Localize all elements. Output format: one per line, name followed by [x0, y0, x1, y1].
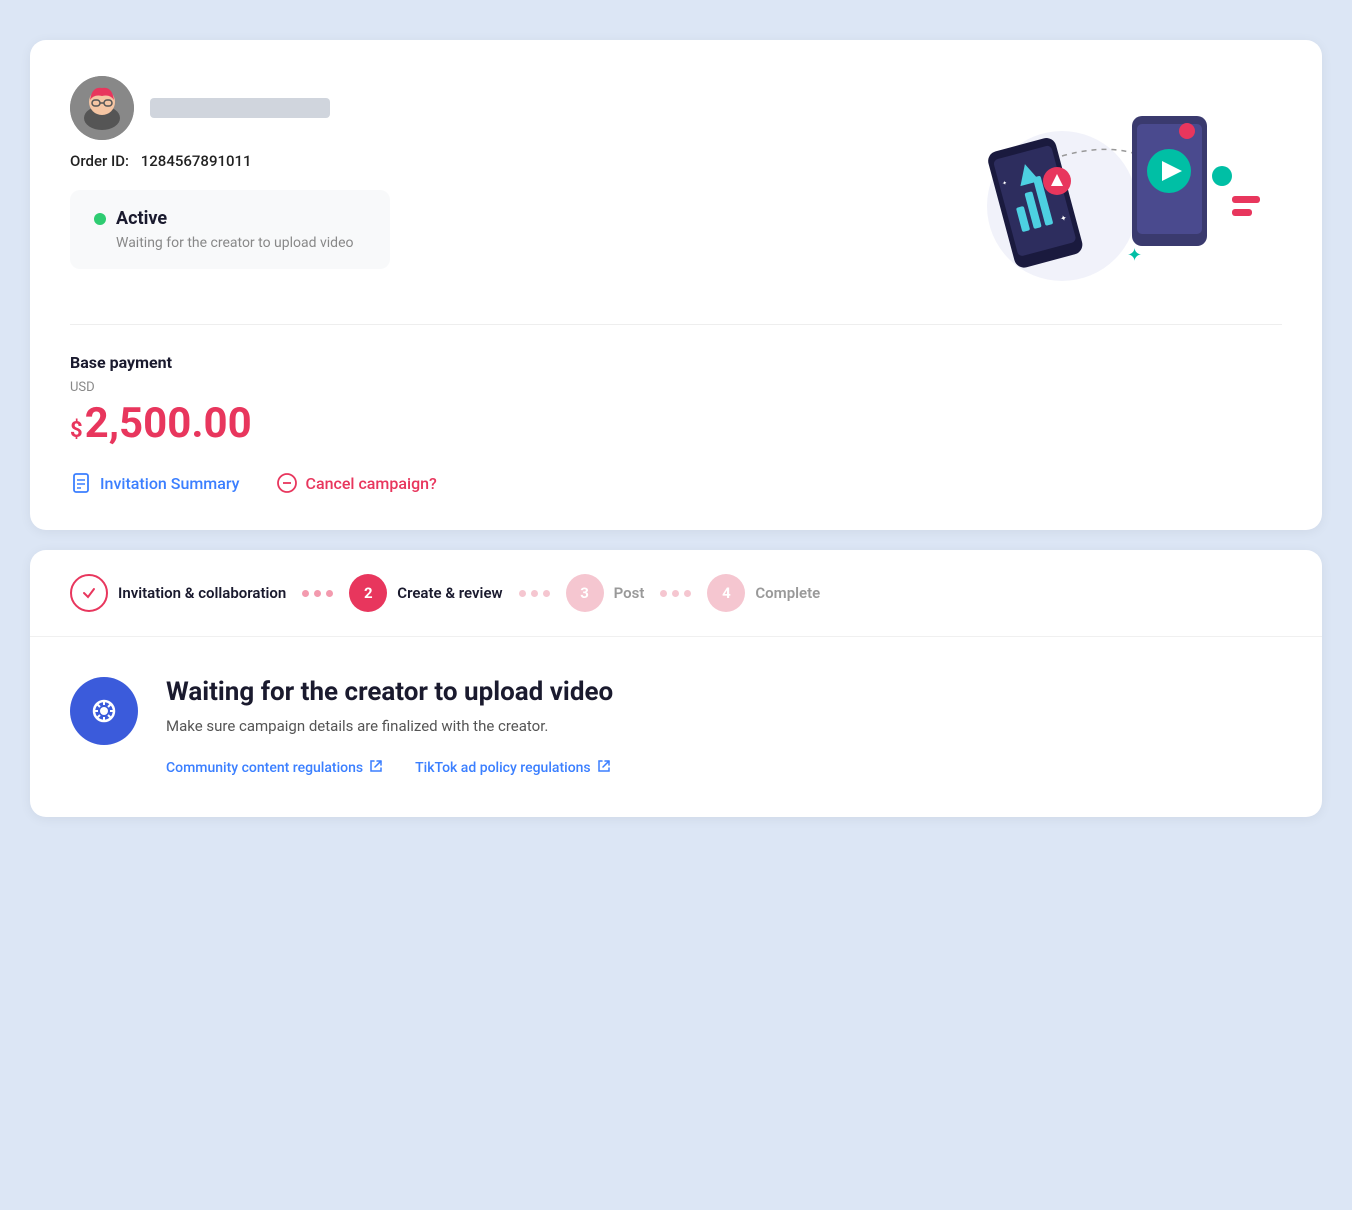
payment-section: Base payment USD $ 2,500.00 [70, 353, 1282, 448]
divider [70, 324, 1282, 325]
dots-1 [302, 590, 333, 597]
status-box: Active Waiting for the creator to upload… [70, 190, 390, 269]
dot [531, 590, 538, 597]
step-4-label: Complete [755, 584, 820, 602]
left-content: Order ID: 1284567891011 Active Waiting f… [70, 76, 902, 269]
step-3: 3 Post [566, 574, 645, 612]
dollar-sign: $ [70, 418, 83, 443]
step-1: Invitation & collaboration [70, 574, 286, 612]
actions-row: Invitation Summary Cancel campaign? [70, 472, 1282, 494]
dots-2 [519, 590, 550, 597]
name-bar [150, 98, 330, 118]
cancel-icon [276, 472, 298, 494]
step-4-circle: 4 [707, 574, 745, 612]
dot [660, 590, 667, 597]
step-2: 2 Create & review [349, 574, 502, 612]
document-icon [70, 472, 92, 494]
cancel-campaign-label: Cancel campaign? [306, 474, 437, 493]
invitation-summary-label: Invitation Summary [100, 474, 240, 493]
community-link-label: Community content regulations [166, 760, 363, 776]
step-4: 4 Complete [707, 574, 820, 612]
step-2-label: Create & review [397, 584, 502, 602]
tiktok-policy-link[interactable]: TikTok ad policy regulations [415, 759, 611, 777]
community-regulations-link[interactable]: Community content regulations [166, 759, 383, 777]
order-id: Order ID: 1284567891011 [70, 152, 902, 170]
amount-value: 2,500.00 [85, 399, 252, 448]
progress-card: Invitation & collaboration 2 Create & re… [30, 550, 1322, 817]
dot [672, 590, 679, 597]
tiktok-link-label: TikTok ad policy regulations [415, 760, 591, 776]
cancel-campaign-link[interactable]: Cancel campaign? [276, 472, 437, 494]
top-card: Order ID: 1284567891011 Active Waiting f… [30, 40, 1322, 530]
video-upload-icon [70, 677, 138, 745]
payment-label: Base payment [70, 353, 1282, 372]
currency-label: USD [70, 380, 1282, 395]
status-label: Active [116, 208, 167, 229]
content-title: Waiting for the creator to upload video [166, 677, 1282, 707]
user-row [70, 76, 902, 140]
invitation-summary-link[interactable]: Invitation Summary [70, 472, 240, 494]
external-link-icon [369, 759, 383, 777]
content-desc: Make sure campaign details are finalized… [166, 717, 1282, 735]
status-dot [94, 213, 106, 225]
step-3-circle: 3 [566, 574, 604, 612]
hero-illustration: ✦ ✦ ✦ [902, 76, 1282, 296]
step-1-circle [70, 574, 108, 612]
dot [684, 590, 691, 597]
status-sub: Waiting for the creator to upload video [116, 235, 366, 251]
amount-row: $ 2,500.00 [70, 399, 1282, 448]
dot [519, 590, 526, 597]
svg-text:✦: ✦ [1127, 245, 1142, 266]
external-link-icon-2 [597, 759, 611, 777]
progress-bar: Invitation & collaboration 2 Create & re… [30, 550, 1322, 637]
status-row: Active [94, 208, 366, 229]
dot [326, 590, 333, 597]
step-2-circle: 2 [349, 574, 387, 612]
dot [543, 590, 550, 597]
step-1-label: Invitation & collaboration [118, 584, 286, 602]
links-row: Community content regulations TikTok ad … [166, 759, 1282, 777]
dot [314, 590, 321, 597]
content-section: Waiting for the creator to upload video … [30, 637, 1322, 817]
step-3-label: Post [614, 584, 645, 602]
avatar [70, 76, 134, 140]
dot [302, 590, 309, 597]
dots-3 [660, 590, 691, 597]
content-text: Waiting for the creator to upload video … [166, 677, 1282, 777]
